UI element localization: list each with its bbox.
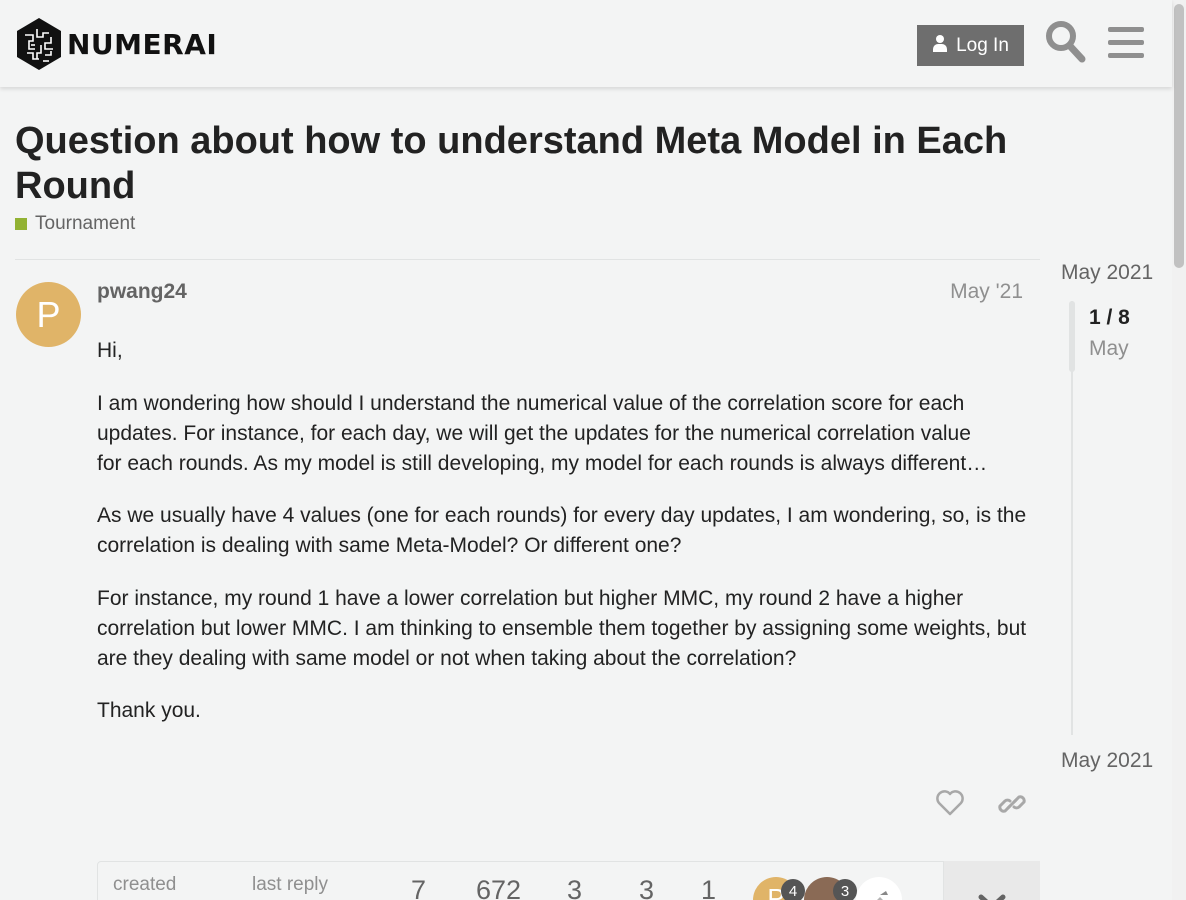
views-count: 672 (476, 875, 522, 900)
users-count: 3 (567, 875, 583, 900)
links-count: 1 (701, 875, 717, 900)
post-paragraph-text: for each rounds. As my model is still de… (97, 451, 988, 475)
post-paragraph: I am wondering how should I understand t… (97, 389, 1027, 479)
replies-count: 7 (411, 875, 427, 900)
site-header: NUMERAI Log In (0, 0, 1172, 87)
timeline-current-month: May (1089, 337, 1129, 360)
category-badge[interactable]: Tournament (15, 213, 135, 235)
last-reply-label: last reply (252, 874, 329, 895)
topic-map: created last reply 7 672 3 3 1 P 4 3 (97, 861, 1040, 900)
timeline-position: 1 / 8 (1089, 306, 1130, 329)
site-logo[interactable]: NUMERAI (15, 17, 217, 71)
post-paragraph: Thank you. (97, 699, 201, 722)
post-body: Hi, I am wondering how should I understa… (97, 336, 1027, 749)
scrollbar-thumb[interactable] (1174, 4, 1184, 268)
topic-map-expand-button[interactable] (943, 861, 1040, 900)
login-label: Log In (956, 34, 1009, 56)
created-label: created (113, 874, 177, 895)
title-divider (15, 259, 1040, 260)
post-paragraph: As we usually have 4 values (one for eac… (97, 504, 1027, 557)
timeline-end-date[interactable]: May 2021 (1061, 749, 1153, 773)
timeline-start-date[interactable]: May 2021 (1061, 261, 1153, 285)
participant-avatar[interactable] (856, 877, 902, 900)
category-name: Tournament (35, 213, 136, 234)
avatar[interactable]: P (16, 282, 81, 347)
likes-count: 3 (639, 875, 655, 900)
numerai-logo-icon (17, 18, 61, 70)
post-date[interactable]: May '21 (950, 280, 1023, 304)
logo-text: NUMERAI (67, 27, 218, 61)
post-username[interactable]: pwang24 (97, 280, 187, 304)
login-button[interactable]: Log In (917, 25, 1024, 66)
like-heart-icon[interactable] (936, 790, 964, 821)
timeline-handle[interactable] (1069, 301, 1075, 372)
participant-post-count: 3 (833, 879, 857, 900)
topic-title[interactable]: Question about how to understand Meta Mo… (15, 119, 1045, 209)
post-paragraph-text: I am wondering how should I understand t… (97, 391, 971, 445)
search-icon[interactable] (1044, 19, 1086, 68)
post-paragraph: Hi, (97, 339, 123, 362)
person-icon (932, 34, 948, 58)
hamburger-menu-icon[interactable] (1108, 26, 1144, 65)
post-paragraph: For instance, my round 1 have a lower co… (97, 586, 1027, 670)
avatar-letter: P (36, 293, 61, 335)
participant-post-count: 4 (781, 879, 805, 900)
category-color-swatch (15, 218, 27, 230)
share-link-icon[interactable] (998, 790, 1026, 823)
page-scrollbar[interactable] (1172, 0, 1186, 900)
